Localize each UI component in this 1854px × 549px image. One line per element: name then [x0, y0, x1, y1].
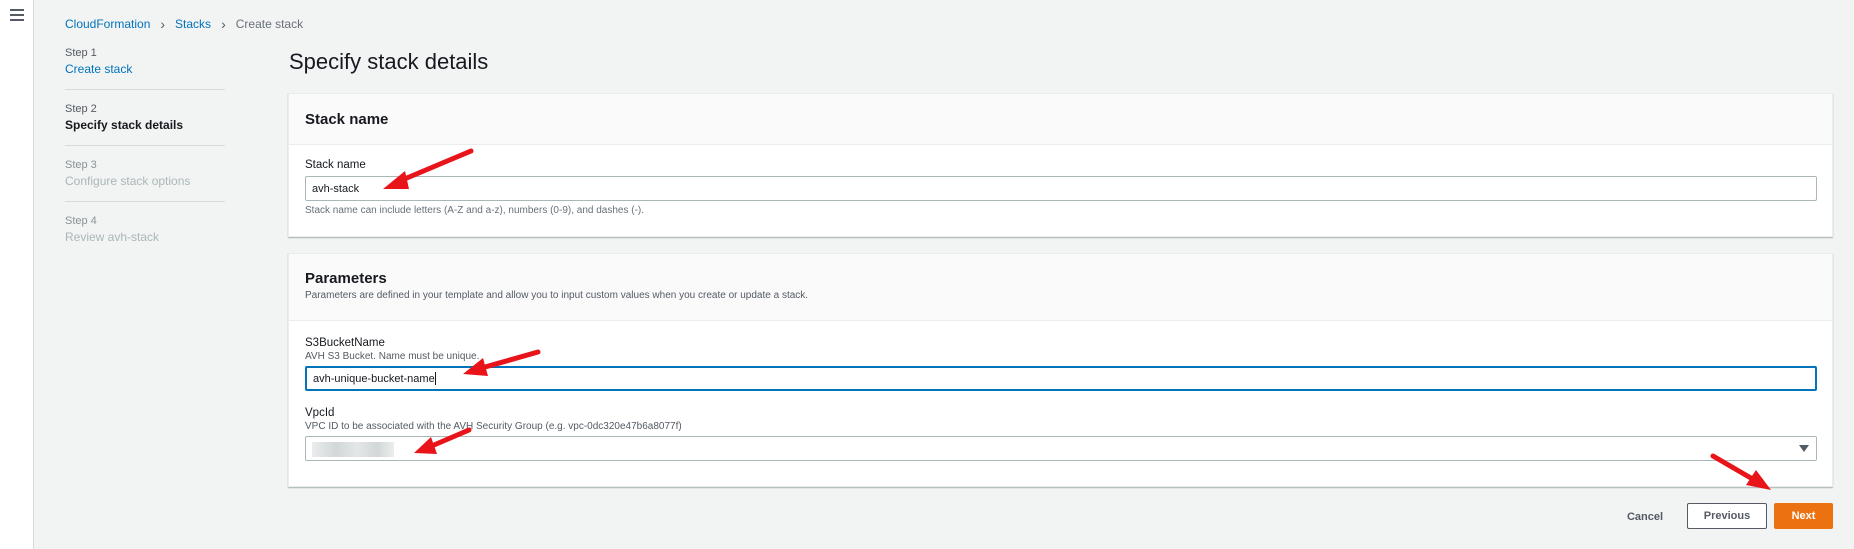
step-link-create-stack[interactable]: Create stack	[65, 62, 225, 76]
stack-name-hint: Stack name can include letters (A-Z and …	[305, 205, 645, 216]
step-label-current: Specify stack details	[65, 118, 184, 132]
vpc-id-label: VpcId	[305, 407, 335, 419]
parameters-panel: Parameters Parameters are defined in you…	[288, 253, 1833, 487]
stack-name-value: avh-stack	[312, 182, 360, 195]
s3-bucket-name-label: S3BucketName	[305, 337, 385, 349]
text-cursor	[434, 372, 436, 385]
panel-body: S3BucketName AVH S3 Bucket. Name must be…	[289, 321, 1832, 461]
s3-bucket-name-input[interactable]: avh-unique-bucket-name	[305, 366, 1817, 391]
s3-bucket-name-value: avh-unique-bucket-name	[313, 372, 435, 385]
breadcrumb-stacks[interactable]: Stacks	[175, 17, 211, 31]
caret-down-icon	[1799, 445, 1809, 452]
step-number: Step 1	[65, 47, 97, 59]
hamburger-menu-icon[interactable]	[10, 9, 24, 21]
step-label-disabled: Review avh-stack	[65, 230, 160, 244]
breadcrumb-cloudformation[interactable]: CloudFormation	[65, 17, 150, 31]
side-navigation-rail	[0, 0, 34, 549]
panel-description: Parameters are defined in your template …	[305, 290, 809, 301]
panel-body: Stack name avh-stack Stack name can incl…	[289, 145, 1832, 216]
previous-button[interactable]: Previous	[1687, 503, 1767, 529]
stack-name-input[interactable]: avh-stack	[305, 176, 1817, 201]
stack-name-label: Stack name	[305, 159, 366, 171]
panel-title: Parameters	[305, 270, 387, 287]
wizard-step-4: Step 4 Review avh-stack	[65, 215, 225, 257]
vpc-id-description: VPC ID to be associated with the AVH Sec…	[305, 421, 682, 432]
wizard-step-3: Step 3 Configure stack options	[65, 159, 225, 202]
step-label-disabled: Configure stack options	[65, 174, 191, 188]
wizard-step-2: Step 2 Specify stack details	[65, 103, 225, 146]
panel-header: Parameters Parameters are defined in you…	[289, 254, 1832, 321]
s3-bucket-name-description: AVH S3 Bucket. Name must be unique.	[305, 351, 480, 362]
wizard-step-1: Step 1 Create stack	[65, 47, 225, 90]
chevron-right-icon: ›	[160, 16, 166, 32]
breadcrumb-current: Create stack	[235, 17, 304, 31]
next-button[interactable]: Next	[1774, 503, 1833, 529]
step-number: Step 3	[65, 159, 97, 171]
vpc-id-select[interactable]	[305, 436, 1817, 461]
page-title: Specify stack details	[289, 49, 489, 74]
panel-title: Stack name	[305, 110, 389, 128]
stack-name-panel: Stack name Stack name avh-stack Stack na…	[288, 93, 1833, 237]
step-number: Step 4	[65, 215, 97, 227]
panel-header: Stack name	[289, 94, 1832, 145]
step-number: Step 2	[65, 103, 97, 115]
chevron-right-icon: ›	[221, 16, 226, 32]
wizard-steps: Step 1 Create stack Step 2 Specify stack…	[65, 47, 225, 270]
breadcrumb: CloudFormation › Stacks › Create stack	[65, 16, 303, 32]
redacted-value	[312, 442, 394, 457]
cancel-button[interactable]: Cancel	[1620, 504, 1670, 530]
